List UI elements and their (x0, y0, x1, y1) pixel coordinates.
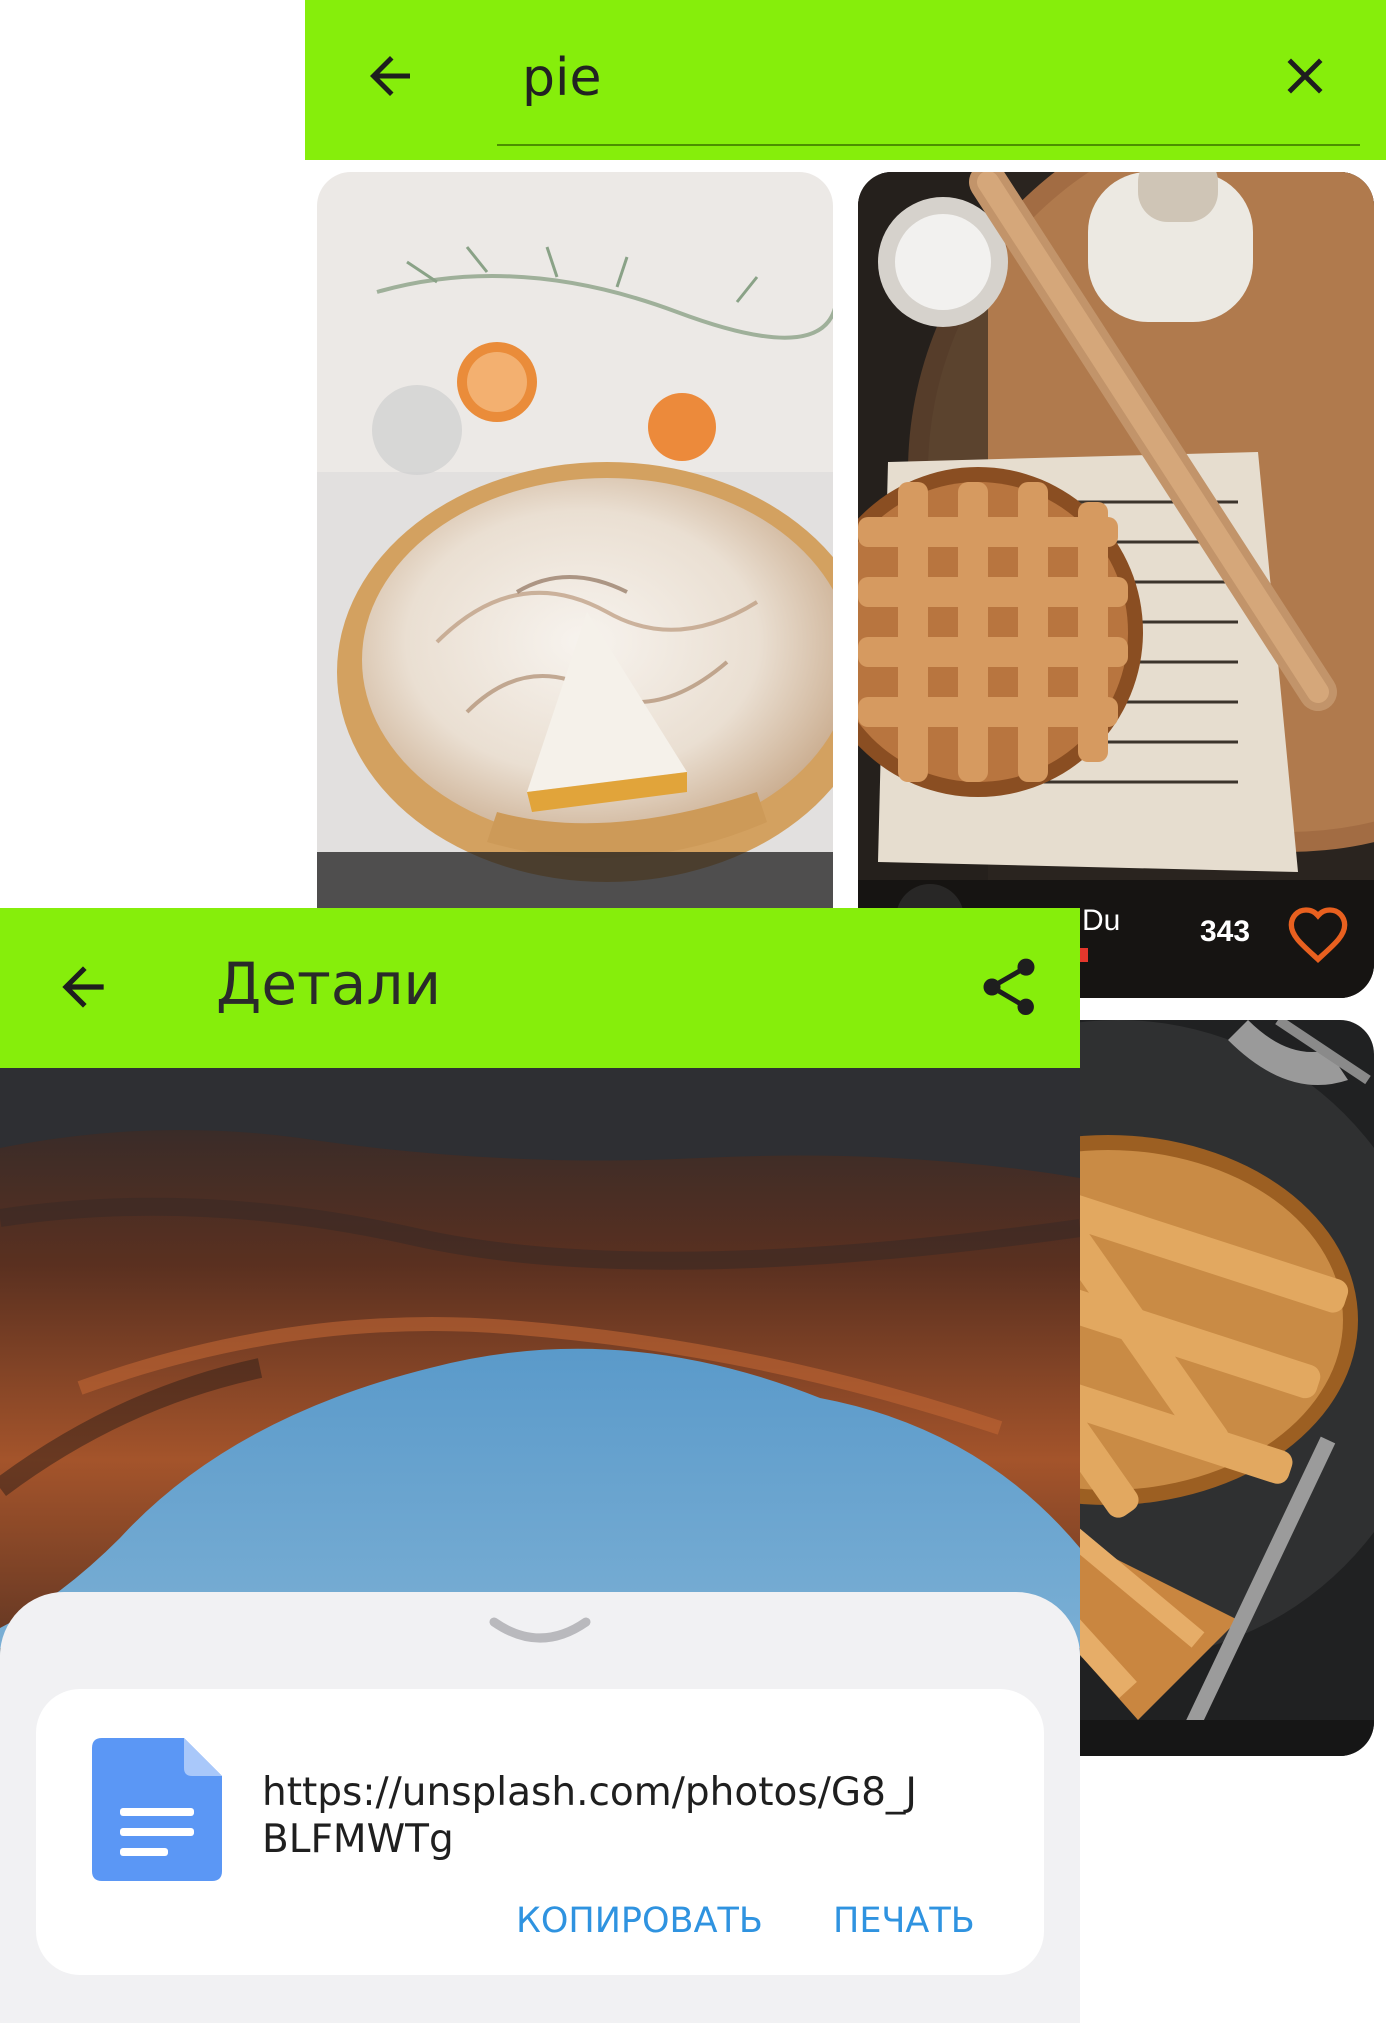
search-input-underline (497, 144, 1360, 146)
share-sheet: https://unsplash.com/photos/G8_JBLFMWTg … (0, 1592, 1080, 2023)
chevron-down-icon[interactable] (488, 1614, 592, 1648)
copy-button[interactable]: КОПИРОВАТЬ (516, 1901, 763, 1941)
lattice-pie-image (858, 172, 1374, 998)
print-button[interactable]: ПЕЧАТЬ (833, 1901, 975, 1941)
page-title: Детали (216, 950, 442, 1018)
photo-card[interactable]: Du 343 (858, 172, 1374, 998)
badge-marker (1080, 948, 1088, 962)
share-preview-card: https://unsplash.com/photos/G8_JBLFMWTg … (36, 1689, 1044, 1975)
arrow-left-icon[interactable] (360, 46, 420, 106)
share-link-text: https://unsplash.com/photos/G8_JBLFMWTg (262, 1770, 917, 1862)
arrow-left-icon[interactable] (52, 956, 114, 1018)
search-input[interactable]: pie (522, 48, 601, 108)
author-name: Du (1082, 904, 1121, 937)
heart-outline-icon[interactable] (1286, 904, 1350, 964)
photo-card[interactable] (317, 172, 833, 972)
share-icon[interactable] (975, 953, 1043, 1021)
likes-count: 343 (1200, 915, 1251, 948)
close-icon[interactable] (1275, 46, 1335, 106)
meringue-pie-image (317, 172, 833, 972)
details-toolbar: Детали (0, 908, 1080, 1068)
document-icon (92, 1738, 222, 1881)
search-toolbar: pie (305, 0, 1386, 160)
